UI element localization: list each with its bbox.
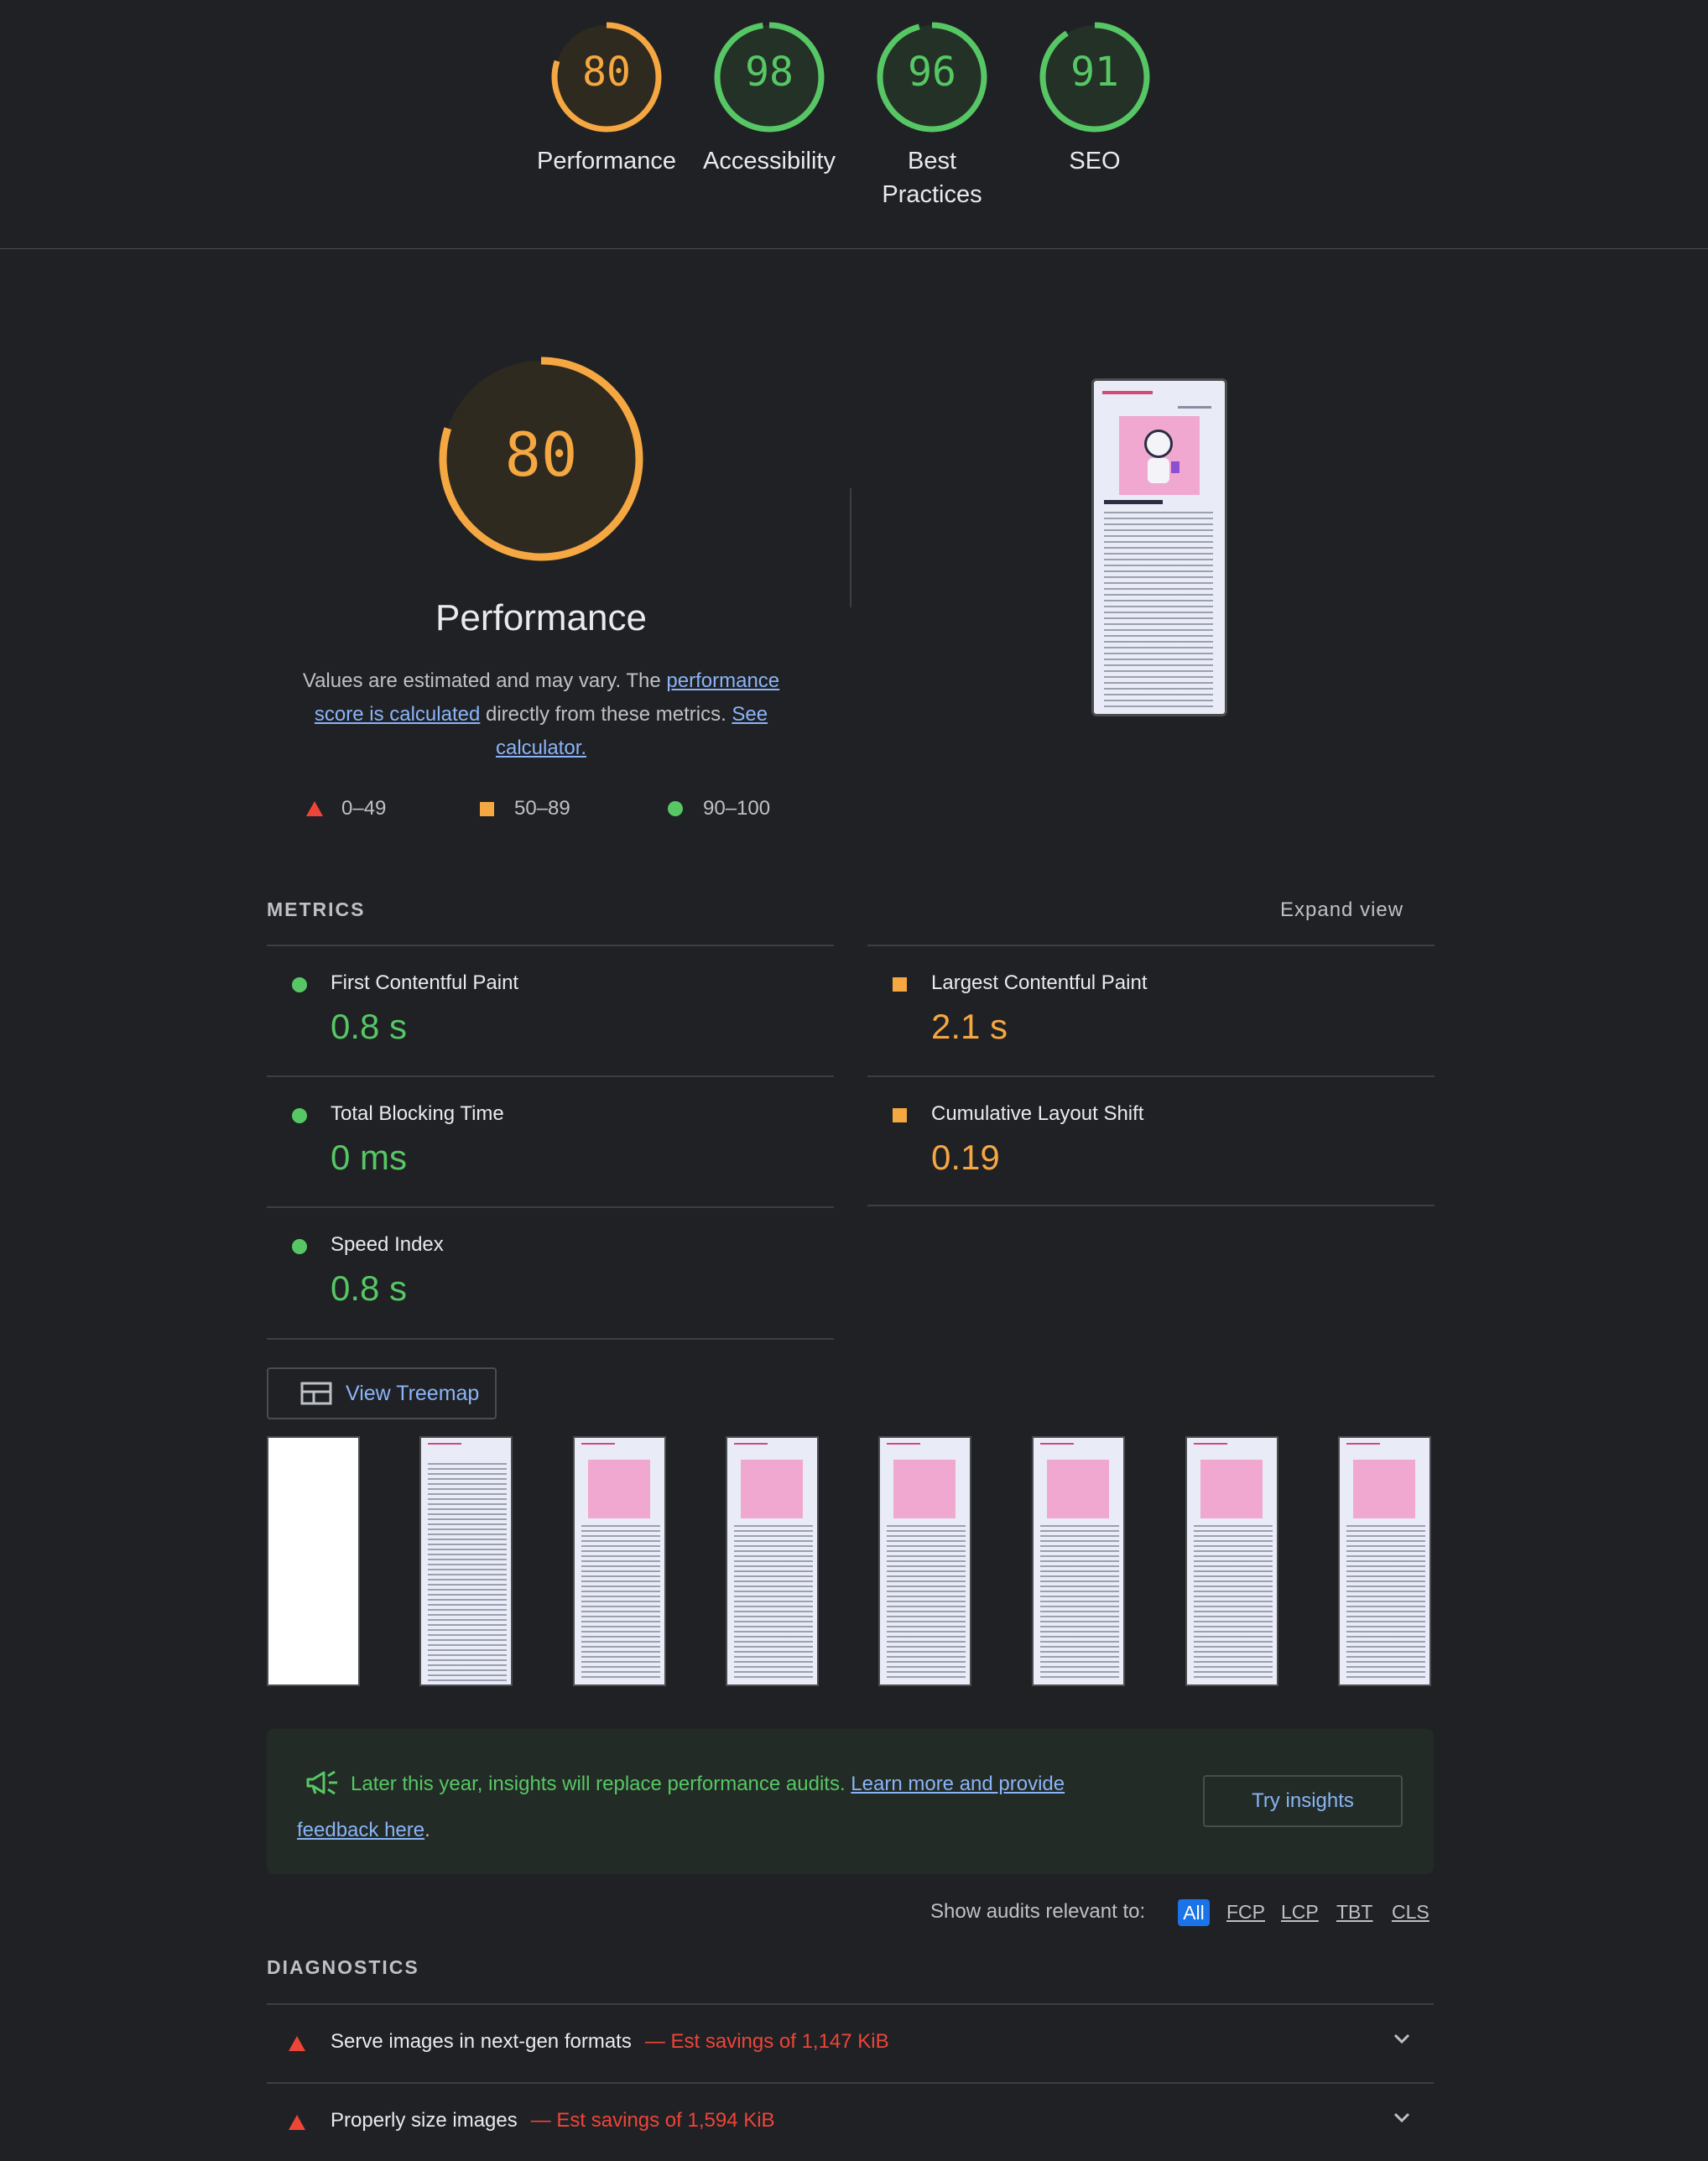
audit-next-gen-formats[interactable]: Serve images in next-gen formats — Est sa… (267, 2003, 1434, 2082)
screenshot-nav (1178, 406, 1211, 409)
metrics-title: METRICS (267, 898, 366, 920)
pass-circle-icon (292, 1108, 307, 1123)
metric-name: Cumulative Layout Shift (931, 1102, 1144, 1125)
triangle-fail-icon (306, 801, 323, 816)
gauge-accessibility[interactable]: 98 Accessibility (694, 20, 845, 178)
screenshot-body-text (1104, 512, 1213, 710)
metric-total-blocking-time: Total Blocking Time 0 ms (267, 1075, 834, 1207)
performance-label: Performance (536, 148, 676, 174)
filmstrip-frame (1338, 1436, 1431, 1686)
astronaut-body-icon (1148, 458, 1169, 483)
expand-view-toggle[interactable]: Expand view (1280, 898, 1403, 922)
metric-name: Speed Index (331, 1233, 444, 1256)
metric-name: First Contentful Paint (331, 971, 519, 994)
legend-fail: 0–49 (306, 797, 386, 820)
header-divider (0, 248, 1708, 249)
filmstrip-frame (573, 1436, 666, 1686)
view-treemap-label: View Treemap (346, 1381, 480, 1405)
best-practices-label: Best Practices (857, 144, 1008, 211)
metric-speed-index: Speed Index 0.8 s (267, 1206, 834, 1340)
filmstrip-frame (1185, 1436, 1278, 1686)
audit-title: Properly size images (331, 2109, 518, 2132)
best-practices-label-line2: Practices (882, 181, 982, 208)
filmstrip-frame (726, 1436, 819, 1686)
circle-pass-icon (668, 801, 683, 816)
best-practices-label-line1: Best (907, 148, 957, 174)
seo-label: SEO (1069, 148, 1121, 174)
accessibility-label: Accessibility (703, 148, 836, 174)
insights-suffix: . (424, 1819, 430, 1841)
fail-triangle-icon (289, 2036, 305, 2051)
legend-average: 50–89 (480, 797, 570, 820)
gauge-performance[interactable]: 80 Performance (531, 20, 682, 178)
metric-name: Total Blocking Time (331, 1102, 504, 1125)
filmstrip-frame-text-only (419, 1436, 513, 1686)
pass-circle-icon (292, 977, 307, 992)
legend-pass-range: 90–100 (703, 797, 771, 820)
chevron-down-icon[interactable] (1392, 2107, 1412, 2127)
view-treemap-button[interactable]: View Treemap (267, 1367, 497, 1419)
seo-score: 91 (1070, 49, 1119, 96)
filter-tbt-button[interactable]: TBT (1336, 1901, 1372, 1924)
audit-title: Serve images in next-gen formats (331, 2030, 632, 2053)
legend-pass: 90–100 (668, 797, 770, 820)
average-square-icon (893, 977, 907, 992)
legend-fail-range: 0–49 (341, 797, 387, 820)
section-vertical-divider (850, 488, 851, 607)
diagnostics-title: DIAGNOSTICS (267, 1956, 419, 1978)
metric-first-contentful-paint: First Contentful Paint 0.8 s (267, 945, 834, 1076)
metric-value: 0.8 s (331, 1268, 408, 1308)
pass-circle-icon (292, 1239, 307, 1254)
chevron-down-icon[interactable] (1392, 2028, 1412, 2049)
audit-title-row: Properly size images — Est savings of 1,5… (331, 2109, 775, 2132)
description-mid: directly from these metrics. (480, 703, 732, 726)
metric-cumulative-layout-shift: Cumulative Layout Shift 0.19 (867, 1075, 1435, 1207)
performance-description: Values are estimated and may vary. The p… (277, 664, 805, 765)
filmstrip-frame (878, 1436, 971, 1686)
legend-average-range: 50–89 (514, 797, 570, 820)
filter-all-button[interactable]: All (1178, 1899, 1210, 1926)
filter-fcp-button[interactable]: FCP (1226, 1901, 1265, 1924)
insights-banner: Later this year, insights will replace p… (267, 1729, 1434, 1874)
filmstrip-frame-blank (267, 1436, 360, 1686)
screenshot-heading (1104, 500, 1163, 504)
final-screenshot[interactable] (1091, 378, 1227, 716)
metric-value: 0.8 s (331, 1007, 408, 1046)
insights-message: Later this year, insights will replace p… (351, 1773, 851, 1795)
performance-big-score: 80 (504, 419, 578, 490)
metric-value: 2.1 s (931, 1007, 1008, 1046)
audit-properly-size-images[interactable]: Properly size images — Est savings of 1,5… (267, 2082, 1434, 2161)
description-prefix: Values are estimated and may vary. The (302, 669, 667, 692)
audit-filter-label: Show audits relevant to: (930, 1900, 1146, 1923)
performance-title: Performance (435, 597, 647, 638)
metrics-right-bottom-border (867, 1205, 1435, 1206)
metric-value: 0 ms (331, 1138, 408, 1177)
audit-savings: — Est savings of 1,147 KiB (644, 2030, 889, 2053)
filter-cls-button[interactable]: CLS (1392, 1901, 1429, 1924)
insights-banner-text: Later this year, insights will replace p… (297, 1761, 1144, 1853)
metric-value: 0.19 (931, 1138, 1000, 1177)
metric-largest-contentful-paint: Largest Contentful Paint 2.1 s (867, 945, 1435, 1076)
best-practices-score: 96 (908, 49, 956, 96)
try-insights-button[interactable]: Try insights (1203, 1775, 1403, 1827)
flask-icon (1171, 461, 1179, 473)
screenshot-site-logo (1102, 391, 1153, 394)
gauge-best-practices[interactable]: 96 Best Practices (857, 20, 1008, 211)
filter-lcp-button[interactable]: LCP (1281, 1901, 1319, 1924)
audit-title-row: Serve images in next-gen formats — Est sa… (331, 2030, 889, 2054)
filmstrip-frame (1032, 1436, 1125, 1686)
astronaut-helmet-icon (1144, 430, 1173, 458)
metric-name: Largest Contentful Paint (931, 971, 1148, 994)
audit-savings: — Est savings of 1,594 KiB (530, 2109, 775, 2132)
square-average-icon (480, 801, 494, 816)
treemap-icon (300, 1382, 332, 1405)
performance-score: 80 (582, 49, 631, 96)
accessibility-score: 98 (745, 49, 794, 96)
fail-triangle-icon (289, 2115, 305, 2130)
screenshot-hero-image (1119, 416, 1200, 495)
gauge-seo[interactable]: 91 SEO (1019, 20, 1170, 178)
average-square-icon (893, 1108, 907, 1122)
